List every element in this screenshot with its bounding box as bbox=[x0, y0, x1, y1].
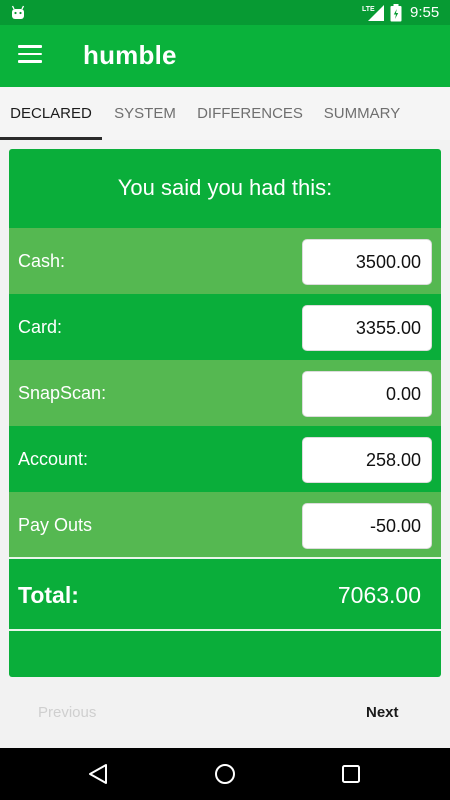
lte-signal-icon: LTE bbox=[362, 5, 384, 21]
cash-label: Cash: bbox=[18, 251, 66, 271]
total-divider-bottom bbox=[9, 629, 441, 631]
android-icon bbox=[11, 5, 25, 19]
row-cash: Cash: bbox=[9, 228, 441, 294]
tab-bar: DECLARED SYSTEM DIFFERENCES SUMMARY bbox=[0, 87, 450, 140]
total-value: 7063.00 bbox=[337, 582, 421, 608]
back-icon[interactable] bbox=[87, 763, 109, 785]
card-label: Card: bbox=[18, 317, 63, 337]
declared-card: You said you had this: Cash: Card: SnapS… bbox=[9, 149, 441, 677]
home-icon[interactable] bbox=[214, 763, 236, 785]
total-divider-top bbox=[9, 557, 441, 559]
network-label: LTE bbox=[362, 6, 375, 13]
active-tab-indicator bbox=[0, 137, 102, 140]
row-account: Account: bbox=[9, 426, 441, 492]
tab-summary[interactable]: SUMMARY bbox=[312, 87, 412, 140]
card-input[interactable] bbox=[302, 305, 432, 351]
pay-outs-input[interactable] bbox=[302, 503, 432, 549]
app-title: humble bbox=[83, 40, 177, 70]
snapscan-input[interactable] bbox=[302, 371, 432, 417]
battery-icon bbox=[390, 4, 402, 22]
next-button[interactable]: Next bbox=[366, 704, 399, 721]
system-nav-bar bbox=[0, 748, 450, 800]
cash-input[interactable] bbox=[302, 239, 432, 285]
row-card: Card: bbox=[9, 294, 441, 360]
recents-icon[interactable] bbox=[341, 764, 361, 784]
snapscan-label: SnapScan: bbox=[18, 383, 107, 403]
tab-system[interactable]: SYSTEM bbox=[102, 87, 188, 140]
pay-outs-label: Pay Outs bbox=[18, 515, 93, 535]
row-snapscan: SnapScan: bbox=[9, 360, 441, 426]
row-pay-outs: Pay Outs bbox=[9, 492, 441, 558]
total-label: Total: bbox=[18, 582, 79, 608]
card-title: You said you had this: bbox=[117, 175, 333, 200]
account-label: Account: bbox=[18, 449, 89, 469]
tab-differences[interactable]: DIFFERENCES bbox=[188, 87, 312, 140]
hamburger-menu-icon[interactable] bbox=[18, 45, 42, 65]
status-bar: LTE 9:55 bbox=[0, 0, 450, 25]
tab-declared[interactable]: DECLARED bbox=[0, 87, 102, 140]
status-time: 9:55 bbox=[410, 4, 440, 21]
previous-button[interactable]: Previous bbox=[38, 704, 96, 721]
account-input[interactable] bbox=[302, 437, 432, 483]
app-bar: humble bbox=[0, 25, 450, 87]
